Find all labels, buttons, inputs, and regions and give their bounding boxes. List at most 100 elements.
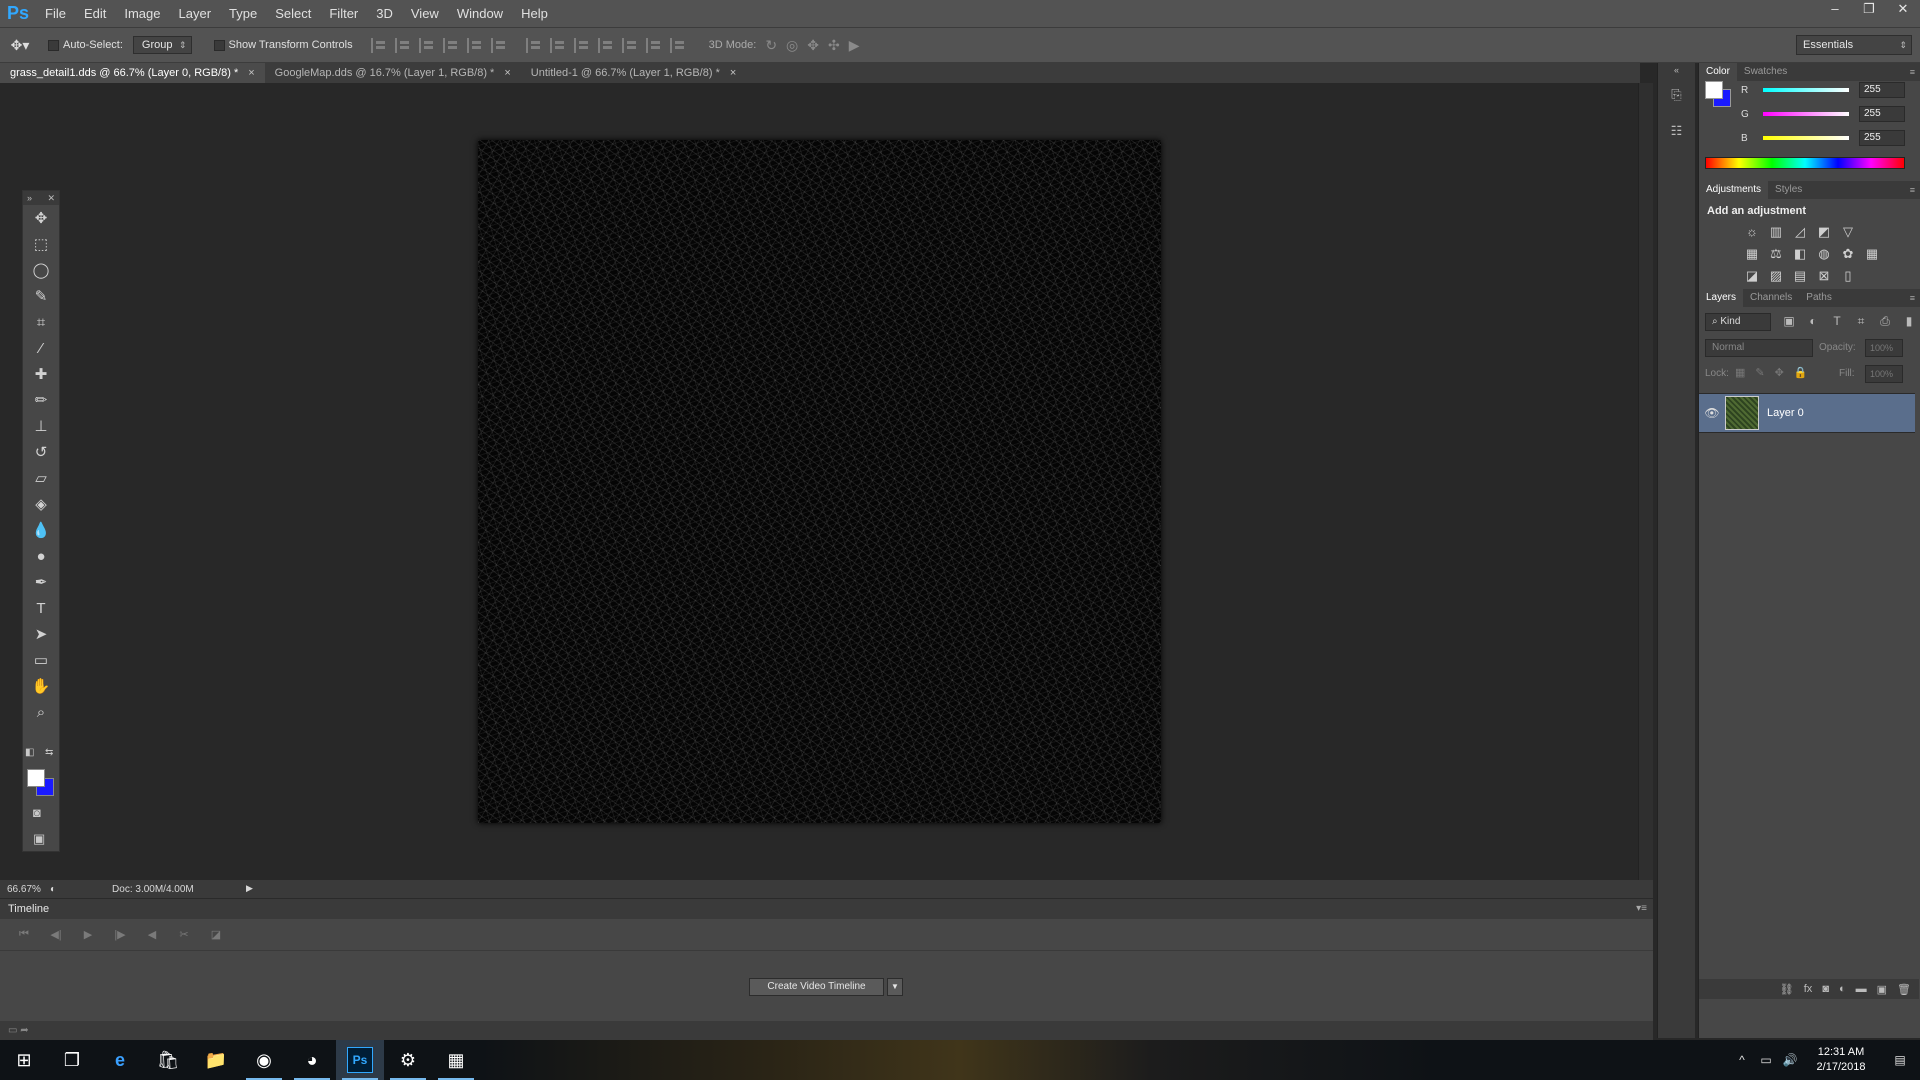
next-frame-icon[interactable]: |▶ xyxy=(104,928,136,941)
tab-layers[interactable]: Layers xyxy=(1699,289,1744,307)
distribute-top-icon[interactable] xyxy=(525,37,543,53)
opacity-field[interactable]: 100% xyxy=(1865,339,1903,357)
menu-filter[interactable]: Filter xyxy=(320,0,367,27)
paint-bucket-tool-icon[interactable]: ◈ xyxy=(23,491,59,517)
restore-button[interactable]: ❐ xyxy=(1852,0,1886,18)
create-video-timeline-button[interactable]: Create Video Timeline xyxy=(749,978,884,996)
align-top-icon[interactable] xyxy=(370,37,388,53)
shape-filter-icon[interactable]: ⌗ xyxy=(1853,314,1869,329)
panel-menu-icon[interactable]: ≡ xyxy=(1910,293,1915,303)
dodge-tool-icon[interactable]: ● xyxy=(23,543,59,569)
lock-transparency-icon[interactable]: ▦ xyxy=(1735,366,1745,379)
history-panel-icon[interactable]: ⎘ xyxy=(1658,77,1695,113)
tab-styles[interactable]: Styles xyxy=(1768,181,1809,199)
pen-tool-icon[interactable]: ✒ xyxy=(23,569,59,595)
foreground-color-swatch[interactable] xyxy=(27,769,45,787)
layer-row[interactable]: 👁 Layer 0 xyxy=(1699,393,1915,433)
color-foreground-swatch[interactable] xyxy=(1705,81,1723,99)
default-colors-icon[interactable]: ◧ xyxy=(25,747,34,758)
healing-brush-tool-icon[interactable]: ✚ xyxy=(23,361,59,387)
menu-edit[interactable]: Edit xyxy=(75,0,115,27)
auto-select-checkbox[interactable]: Auto-Select: xyxy=(48,39,123,51)
blue-slider[interactable] xyxy=(1763,136,1849,140)
photo-filter-icon[interactable]: ◍ xyxy=(1815,245,1833,263)
distribute-bottom-icon[interactable] xyxy=(573,37,591,53)
green-slider[interactable] xyxy=(1763,112,1849,116)
lock-all-icon[interactable]: 🔒 xyxy=(1794,366,1808,379)
menu-window[interactable]: Window xyxy=(448,0,512,27)
menu-view[interactable]: View xyxy=(402,0,448,27)
tab-adjustments[interactable]: Adjustments xyxy=(1699,181,1769,199)
type-tool-icon[interactable]: T xyxy=(23,595,59,621)
new-group-icon[interactable]: ▬ xyxy=(1856,983,1867,995)
show-transform-box[interactable] xyxy=(213,39,225,51)
panel-menu-icon[interactable]: ▾≡ xyxy=(1636,899,1647,919)
eraser-tool-icon[interactable]: ▱ xyxy=(23,465,59,491)
vibrance-icon[interactable]: ▽ xyxy=(1839,223,1857,241)
history-brush-tool-icon[interactable]: ↺ xyxy=(23,439,59,465)
screen-mode-icon[interactable]: ▣ xyxy=(33,831,45,847)
hue-saturation-icon[interactable]: ▦ xyxy=(1743,245,1761,263)
file-explorer-icon[interactable]: 📁 xyxy=(192,1040,240,1080)
edge-icon[interactable]: e xyxy=(96,1040,144,1080)
vertical-scrollbar[interactable] xyxy=(1638,83,1653,880)
green-value[interactable]: 255 xyxy=(1859,106,1905,122)
swap-colors-icon[interactable]: ⇆ xyxy=(45,747,53,758)
collapse-panels-icon[interactable]: « xyxy=(1658,63,1695,77)
gradient-map-icon[interactable]: ▯ xyxy=(1839,267,1857,285)
adjustment-filter-icon[interactable]: ◐ xyxy=(1805,314,1821,329)
tab-close-icon[interactable]: × xyxy=(248,63,254,83)
clock[interactable]: 12:31 AM 2/17/2018 xyxy=(1802,1045,1880,1075)
status-info-icon[interactable]: ◐ xyxy=(50,884,56,895)
color-balance-icon[interactable]: ⚖ xyxy=(1767,245,1785,263)
eyedropper-tool-icon[interactable]: ⁄ xyxy=(23,335,59,361)
visibility-eye-icon[interactable]: 👁 xyxy=(1699,406,1725,420)
align-hcenter-icon[interactable] xyxy=(466,37,484,53)
menu-image[interactable]: Image xyxy=(115,0,169,27)
timeline-dropdown-button[interactable]: ▼ xyxy=(887,978,903,996)
blend-mode-dropdown[interactable]: Normal xyxy=(1705,339,1813,357)
red-slider[interactable] xyxy=(1763,88,1849,92)
photoshop-taskbar-icon[interactable]: Ps xyxy=(336,1040,384,1080)
tab-close-icon[interactable]: × xyxy=(730,63,736,83)
invert-icon[interactable]: ◪ xyxy=(1743,267,1761,285)
levels-icon[interactable]: ▥ xyxy=(1767,223,1785,241)
tab-paths[interactable]: Paths xyxy=(1799,289,1839,307)
layer-mask-icon[interactable]: ◙ xyxy=(1822,983,1829,995)
selective-color-icon[interactable]: ⊠ xyxy=(1815,267,1833,285)
layer-name[interactable]: Layer 0 xyxy=(1767,407,1804,419)
previous-frame-icon[interactable]: ◀| xyxy=(40,928,72,941)
align-right-icon[interactable] xyxy=(490,37,508,53)
brush-tool-icon[interactable]: ✏ xyxy=(23,387,59,413)
lock-position-icon[interactable]: ✥ xyxy=(1775,366,1784,379)
tab-untitled[interactable]: Untitled-1 @ 66.7% (Layer 1, RGB/8) * × xyxy=(521,63,747,83)
curves-icon[interactable]: ◿ xyxy=(1791,223,1809,241)
auto-select-box[interactable] xyxy=(48,39,59,51)
tab-close-icon[interactable]: × xyxy=(504,63,510,83)
move-tool-preset-icon[interactable]: ✥▾ xyxy=(0,37,40,54)
exposure-icon[interactable]: ◩ xyxy=(1815,223,1833,241)
show-transform-checkbox[interactable]: Show Transform Controls xyxy=(213,39,353,51)
quick-select-tool-icon[interactable]: ✎ xyxy=(23,283,59,309)
game-app-icon[interactable]: ▦ xyxy=(432,1040,480,1080)
distribute-left-icon[interactable] xyxy=(597,37,615,53)
pixel-filter-icon[interactable]: ▣ xyxy=(1781,314,1797,329)
tab-swatches[interactable]: Swatches xyxy=(1737,63,1794,81)
menu-type[interactable]: Type xyxy=(220,0,266,27)
play-icon[interactable]: ▶ xyxy=(72,928,104,941)
auto-select-dropdown[interactable]: Group xyxy=(132,36,192,54)
3d-scale-icon[interactable]: ▶ xyxy=(849,37,860,54)
filter-toggle-icon[interactable]: ▮ xyxy=(1901,314,1917,329)
tab-googlemap[interactable]: GoogleMap.dds @ 16.7% (Layer 1, RGB/8) *… xyxy=(265,63,521,83)
toolbox-header[interactable]: » ✕ xyxy=(23,191,59,205)
black-white-icon[interactable]: ◧ xyxy=(1791,245,1809,263)
blue-value[interactable]: 255 xyxy=(1859,130,1905,146)
link-layers-icon[interactable]: ⛓ xyxy=(1780,983,1794,996)
volume-icon[interactable]: 🔊 xyxy=(1778,1053,1802,1067)
panel-menu-icon[interactable]: ≡ xyxy=(1910,67,1915,77)
render-icon[interactable]: ▭ ➦ xyxy=(8,1025,29,1036)
status-menu-arrow-icon[interactable]: ▶ xyxy=(246,883,253,894)
threshold-icon[interactable]: ▤ xyxy=(1791,267,1809,285)
fill-field[interactable]: 100% xyxy=(1865,365,1903,383)
go-to-first-frame-icon[interactable]: ⏮ xyxy=(8,928,40,941)
